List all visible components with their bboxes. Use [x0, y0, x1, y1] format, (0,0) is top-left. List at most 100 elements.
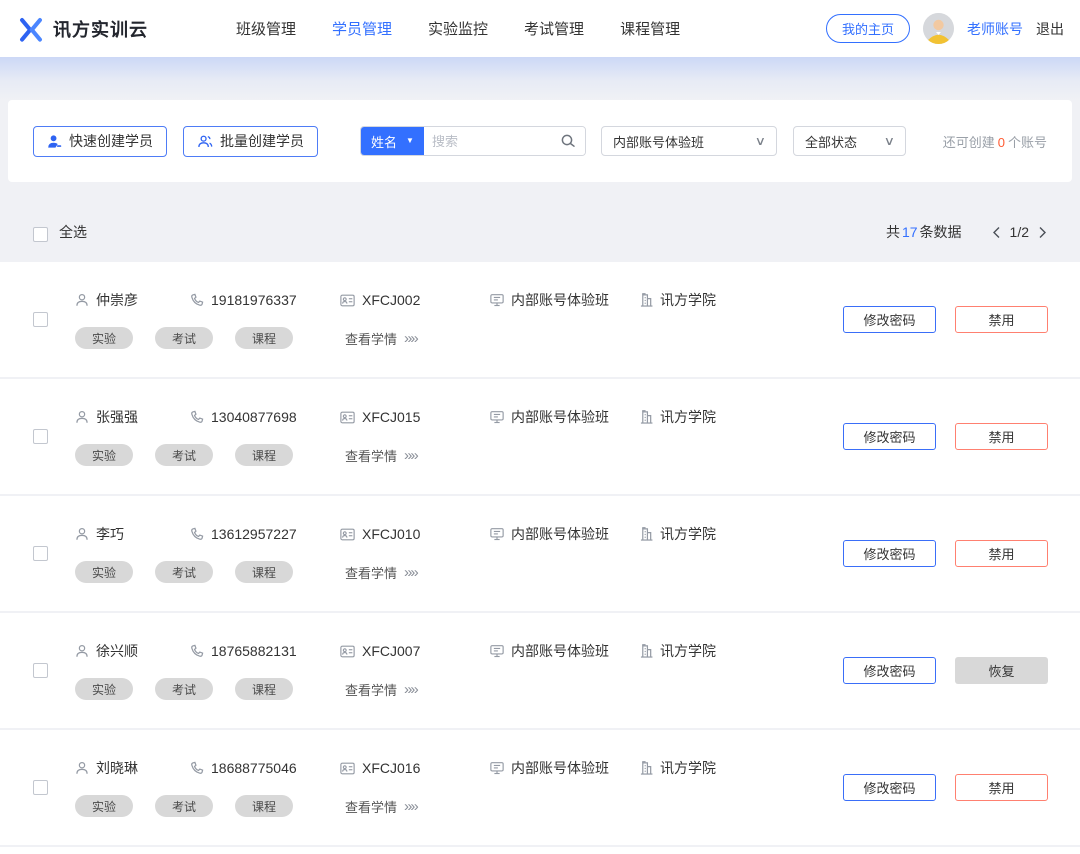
view-progress-label: 查看学情 [345, 329, 397, 348]
row-actions: 修改密码 禁用 [843, 774, 1048, 801]
chevron-down-icon: ∨ [755, 134, 766, 148]
batch-create-student-button[interactable]: 批量创建学员 [183, 126, 318, 157]
tag-course[interactable]: 课程 [235, 795, 293, 817]
pager-next-icon[interactable] [1038, 226, 1047, 239]
search-field-label: 姓名 [371, 132, 397, 151]
change-password-button[interactable]: 修改密码 [843, 774, 936, 801]
toggle-status-button[interactable]: 禁用 [955, 540, 1048, 567]
pager-prev-icon[interactable] [992, 226, 1001, 239]
list-header: 全选 共17条数据 1/2 [0, 182, 1080, 262]
tag-lab[interactable]: 实验 [75, 678, 133, 700]
student-class-cell: 内部账号体验班 [490, 641, 640, 661]
tag-lab[interactable]: 实验 [75, 444, 133, 466]
select-all-checkbox[interactable] [33, 227, 48, 242]
row-checkbox[interactable] [33, 780, 48, 795]
student-phone-cell: 19181976337 [190, 292, 340, 308]
nav-item-course-mgmt[interactable]: 课程管理 [620, 18, 680, 39]
logout-link[interactable]: 退出 [1036, 19, 1064, 39]
search-button[interactable] [558, 127, 585, 155]
tag-exam[interactable]: 考试 [155, 327, 213, 349]
row-checkbox[interactable] [33, 312, 48, 327]
toggle-status-button[interactable]: 禁用 [955, 306, 1048, 333]
change-password-button[interactable]: 修改密码 [843, 657, 936, 684]
monitor-icon [490, 527, 504, 541]
id-card-icon [340, 411, 355, 424]
row-checkbox[interactable] [33, 429, 48, 444]
student-school-cell: 讯方学院 [640, 524, 716, 544]
quota-count: 0 [995, 135, 1008, 150]
student-school-cell: 讯方学院 [640, 641, 716, 661]
row-info-line: 徐兴顺 18765882131 XFCJ007 [75, 641, 823, 661]
nav-item-class-mgmt[interactable]: 班级管理 [236, 18, 296, 39]
change-password-button[interactable]: 修改密码 [843, 540, 936, 567]
student-name-cell: 刘晓琳 [75, 758, 190, 778]
tag-lab[interactable]: 实验 [75, 561, 133, 583]
building-icon [640, 410, 653, 424]
tag-course[interactable]: 课程 [235, 444, 293, 466]
view-progress-link[interactable]: 查看学情 »» [345, 797, 417, 816]
view-progress-link[interactable]: 查看学情 »» [345, 563, 417, 582]
row-tags-line: 实验 考试 课程 查看学情 »» [75, 444, 823, 466]
view-progress-link[interactable]: 查看学情 »» [345, 680, 417, 699]
student-account: XFCJ016 [362, 760, 420, 776]
search-input[interactable] [424, 127, 558, 155]
brand: 讯方实训云 [18, 16, 148, 42]
class-filter-select[interactable]: 内部账号体验班 ∨ [601, 126, 777, 156]
monitor-icon [490, 761, 504, 775]
student-class: 内部账号体验班 [511, 524, 609, 544]
tag-exam[interactable]: 考试 [155, 561, 213, 583]
id-card-icon [340, 762, 355, 775]
row-info-line: 李巧 13612957227 XFCJ010 [75, 524, 823, 544]
tag-course[interactable]: 课程 [235, 327, 293, 349]
student-class-cell: 内部账号体验班 [490, 524, 640, 544]
person-icon [75, 761, 89, 775]
toggle-status-button[interactable]: 禁用 [955, 423, 1048, 450]
nav-item-student-mgmt[interactable]: 学员管理 [332, 18, 392, 39]
building-icon [640, 644, 653, 658]
tag-course[interactable]: 课程 [235, 678, 293, 700]
student-row: 徐兴顺 18765882131 XFCJ007 [0, 613, 1080, 728]
student-row: 仲崇彦 19181976337 XFCJ002 [0, 262, 1080, 377]
student-phone-cell: 13612957227 [190, 526, 340, 542]
change-password-button[interactable]: 修改密码 [843, 306, 936, 333]
tag-course[interactable]: 课程 [235, 561, 293, 583]
student-school: 讯方学院 [660, 524, 716, 544]
row-actions: 修改密码 禁用 [843, 423, 1048, 450]
student-school: 讯方学院 [660, 641, 716, 661]
tag-lab[interactable]: 实验 [75, 327, 133, 349]
id-card-icon [340, 528, 355, 541]
row-main: 刘晓琳 18688775046 XFCJ016 [75, 758, 823, 817]
my-homepage-button[interactable]: 我的主页 [826, 14, 910, 43]
view-progress-link[interactable]: 查看学情 »» [345, 329, 417, 348]
quick-create-student-button[interactable]: 快速创建学员 [33, 126, 167, 157]
change-password-button[interactable]: 修改密码 [843, 423, 936, 450]
tag-exam[interactable]: 考试 [155, 678, 213, 700]
tag-exam[interactable]: 考试 [155, 795, 213, 817]
student-account-cell: XFCJ016 [340, 760, 490, 776]
row-checkbox[interactable] [33, 663, 48, 678]
row-checkbox[interactable] [33, 546, 48, 561]
toggle-status-button[interactable]: 禁用 [955, 774, 1048, 801]
id-card-icon [340, 294, 355, 307]
nav-item-exam-mgmt[interactable]: 考试管理 [524, 18, 584, 39]
student-account: XFCJ015 [362, 409, 420, 425]
row-tags-line: 实验 考试 课程 查看学情 »» [75, 678, 823, 700]
avatar[interactable] [923, 13, 954, 44]
page-indicator: 1/2 [1010, 224, 1029, 240]
tag-exam[interactable]: 考试 [155, 444, 213, 466]
view-progress-link[interactable]: 查看学情 »» [345, 446, 417, 465]
person-icon [75, 293, 89, 307]
monitor-icon [490, 644, 504, 658]
student-list: 仲崇彦 19181976337 XFCJ002 [0, 262, 1080, 845]
account-name[interactable]: 老师账号 [967, 19, 1023, 39]
monitor-icon [490, 293, 504, 307]
status-filter-select[interactable]: 全部状态 ∨ [793, 126, 906, 156]
row-tags-line: 实验 考试 课程 查看学情 »» [75, 795, 823, 817]
nav-item-lab-monitor[interactable]: 实验监控 [428, 18, 488, 39]
student-school-cell: 讯方学院 [640, 290, 716, 310]
tag-lab[interactable]: 实验 [75, 795, 133, 817]
total-count-text: 共17条数据 [886, 222, 962, 242]
toggle-status-button[interactable]: 恢复 [955, 657, 1048, 684]
next-row-sliver [0, 847, 1080, 854]
search-field-selector[interactable]: 姓名 ▼ [361, 127, 424, 155]
